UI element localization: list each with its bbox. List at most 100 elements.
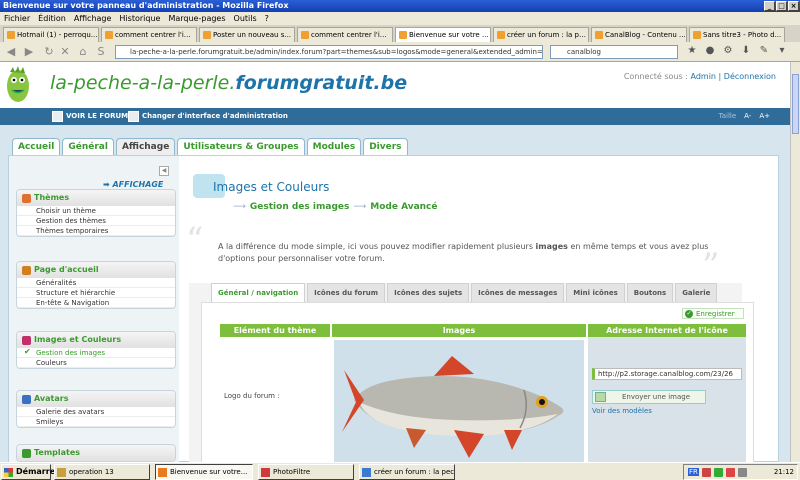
- browser-tab[interactable]: Sans titre3 - Photo d...: [689, 27, 785, 42]
- sidebar-box-templates: Templates: [16, 444, 176, 462]
- sidebar-item[interactable]: Smileys: [17, 417, 175, 427]
- sidebar-section-title: ➡ AFFICHAGE: [103, 180, 164, 189]
- subtab-forum-icons[interactable]: Icônes du forum: [307, 283, 386, 302]
- tab-affichage[interactable]: Affichage: [115, 138, 176, 155]
- vertical-scrollbar[interactable]: [790, 62, 800, 462]
- menu-bookmarks[interactable]: Marque-pages: [168, 12, 225, 25]
- menu-help[interactable]: ?: [265, 12, 269, 25]
- quote-open-icon: “: [186, 220, 204, 260]
- minimize-button[interactable]: _: [764, 1, 775, 11]
- text-size-increase-icon[interactable]: A+: [759, 108, 770, 125]
- admin-user-link[interactable]: Admin: [690, 72, 716, 81]
- breadcrumb-arrow-icon: ⟶: [233, 202, 246, 212]
- download-icon[interactable]: ⬇: [740, 45, 752, 57]
- breadcrumb-item[interactable]: Mode Avancé: [370, 202, 437, 212]
- subtab-topic-icons[interactable]: Icônes des sujets: [387, 283, 470, 302]
- row-label: Logo du forum :: [224, 392, 280, 400]
- taskbar-item-active[interactable]: Bienvenue sur votre...: [155, 464, 253, 480]
- text-size-decrease-icon[interactable]: A-: [744, 108, 751, 125]
- url-bar[interactable]: la-peche-a-la-perle.forumgratuit.be/admi…: [115, 45, 543, 59]
- sidebar-item[interactable]: Structure et hiérarchie: [17, 288, 175, 298]
- subtab-gallery[interactable]: Galerie: [675, 283, 718, 302]
- logout-link[interactable]: Déconnexion: [724, 72, 776, 81]
- subtab-message-icons[interactable]: Icônes de messages: [471, 283, 565, 302]
- tab-accueil[interactable]: Accueil: [12, 138, 61, 155]
- sidebar-item-current[interactable]: ✔ Gestion des images: [17, 347, 175, 358]
- view-forum-link[interactable]: VOIR LE FORUM: [52, 108, 128, 125]
- close-button[interactable]: ×: [788, 1, 799, 11]
- maximize-button[interactable]: □: [776, 1, 787, 11]
- sidebar-item[interactable]: Thèmes temporaires: [17, 226, 175, 236]
- taskbar-item[interactable]: operation 13: [54, 464, 150, 480]
- abp-icon[interactable]: ●: [704, 45, 716, 57]
- view-models-link[interactable]: Voir des modèles: [592, 407, 652, 415]
- fish-image-icon: [342, 356, 564, 458]
- bookmark-s-icon[interactable]: S: [94, 45, 108, 59]
- browser-tab[interactable]: Hotmail (1) - perroqu...: [3, 27, 99, 42]
- favicon-icon: [105, 31, 113, 39]
- sidebar-item[interactable]: Couleurs: [17, 358, 175, 368]
- start-button[interactable]: Démarrer: [1, 464, 59, 480]
- tray-app-icon[interactable]: [713, 467, 723, 477]
- site-name[interactable]: la-peche-a-la-perle.forumgratuit.be: [50, 72, 407, 94]
- logo-url-input[interactable]: http://p2.storage.canalblog.com/23/26: [592, 368, 742, 380]
- sidebar-box-images-colors: Images et Couleurs ✔ Gestion des images C…: [16, 331, 176, 369]
- collapse-sidebar-icon[interactable]: ◀: [159, 166, 169, 176]
- web-page: la-peche-a-la-perle.forumgratuit.be Conn…: [0, 62, 790, 462]
- menu-file[interactable]: Fichier: [4, 12, 30, 25]
- stop-icon[interactable]: ✕: [58, 45, 72, 59]
- browser-tab[interactable]: créer un forum : la pe...: [493, 27, 589, 42]
- menu-more-icon[interactable]: ▾: [776, 45, 788, 57]
- search-input[interactable]: canalblog: [550, 45, 678, 59]
- sidebar-item[interactable]: Galerie des avatars: [17, 407, 175, 417]
- scrollbar-thumb[interactable]: [792, 74, 799, 134]
- browser-tab-active[interactable]: Bienvenue sur votre ...: [395, 27, 491, 42]
- home-icon[interactable]: ⌂: [76, 45, 90, 59]
- language-indicator[interactable]: FR: [688, 468, 699, 476]
- breadcrumb-item[interactable]: Gestion des images: [250, 202, 349, 212]
- taskbar-item[interactable]: PhotoFiltre: [258, 464, 354, 480]
- save-button[interactable]: ✓ Enregistrer: [682, 308, 744, 319]
- change-interface-link[interactable]: Changer d'interface d'administration: [128, 108, 288, 125]
- menu-history[interactable]: Historique: [119, 12, 160, 25]
- breadcrumb: ⟶ Gestion des images ⟶ Mode Avancé: [233, 202, 438, 212]
- sidebar: ◀ ➡ AFFICHAGE Thèmes Choisir un thème Ge…: [9, 156, 179, 462]
- tray-app-icon[interactable]: [701, 467, 711, 477]
- back-arrow-icon[interactable]: ◀: [4, 45, 18, 59]
- sidebar-item[interactable]: En-tête & Navigation: [17, 298, 175, 308]
- menu-view[interactable]: Affichage: [74, 12, 112, 25]
- reload-icon[interactable]: ↻: [42, 45, 56, 59]
- volume-icon[interactable]: [737, 467, 747, 477]
- browser-tab[interactable]: CanalBlog - Contenu ...: [591, 27, 687, 42]
- tools-icon[interactable]: ⚙: [722, 45, 734, 57]
- checkmark-icon: ✔: [24, 347, 31, 356]
- tab-divers[interactable]: Divers: [363, 138, 408, 155]
- page-heading: Images et Couleurs ⟶ Gestion des images …: [193, 174, 493, 234]
- addon-icon[interactable]: ★: [686, 45, 698, 57]
- connected-info: Connecté sous : Admin | Déconnexion: [623, 72, 776, 81]
- menu-edit[interactable]: Édition: [38, 12, 66, 25]
- browser-tab[interactable]: Poster un nouveau s...: [199, 27, 295, 42]
- sidebar-box-header: Thèmes: [17, 190, 175, 206]
- tray-app-icon[interactable]: [725, 467, 735, 477]
- tab-general[interactable]: Général: [62, 138, 114, 155]
- menu-bar: Fichier Édition Affichage Historique Mar…: [0, 12, 800, 25]
- page-description: A la différence du mode simple, ici vous…: [218, 242, 709, 263]
- sidebar-item[interactable]: Gestion des thèmes: [17, 216, 175, 226]
- subtab-buttons[interactable]: Boutons: [626, 283, 674, 302]
- browser-tab[interactable]: comment centrer l'im...: [101, 27, 197, 42]
- upload-image-button[interactable]: Envoyer une image: [592, 390, 706, 404]
- menu-tools[interactable]: Outils: [234, 12, 257, 25]
- subtab-general-navigation[interactable]: Général / navigation: [211, 283, 306, 302]
- forward-arrow-icon[interactable]: ▶: [22, 45, 36, 59]
- browser-tab[interactable]: comment centrer l'im...: [297, 27, 393, 42]
- sidebar-item[interactable]: Choisir un thème: [17, 206, 175, 216]
- subtab-mini-icons[interactable]: Mini icônes: [566, 283, 625, 302]
- pen-icon[interactable]: ✎: [758, 45, 770, 57]
- admin-panel: ◀ ➡ AFFICHAGE Thèmes Choisir un thème Ge…: [8, 155, 779, 462]
- tab-users-groups[interactable]: Utilisateurs & Groupes: [177, 138, 305, 155]
- tab-modules[interactable]: Modules: [306, 138, 362, 155]
- taskbar-item[interactable]: créer un forum : la pech...: [359, 464, 455, 480]
- sidebar-item[interactable]: Généralités: [17, 278, 175, 288]
- sidebar-box-header: Avatars: [17, 391, 175, 407]
